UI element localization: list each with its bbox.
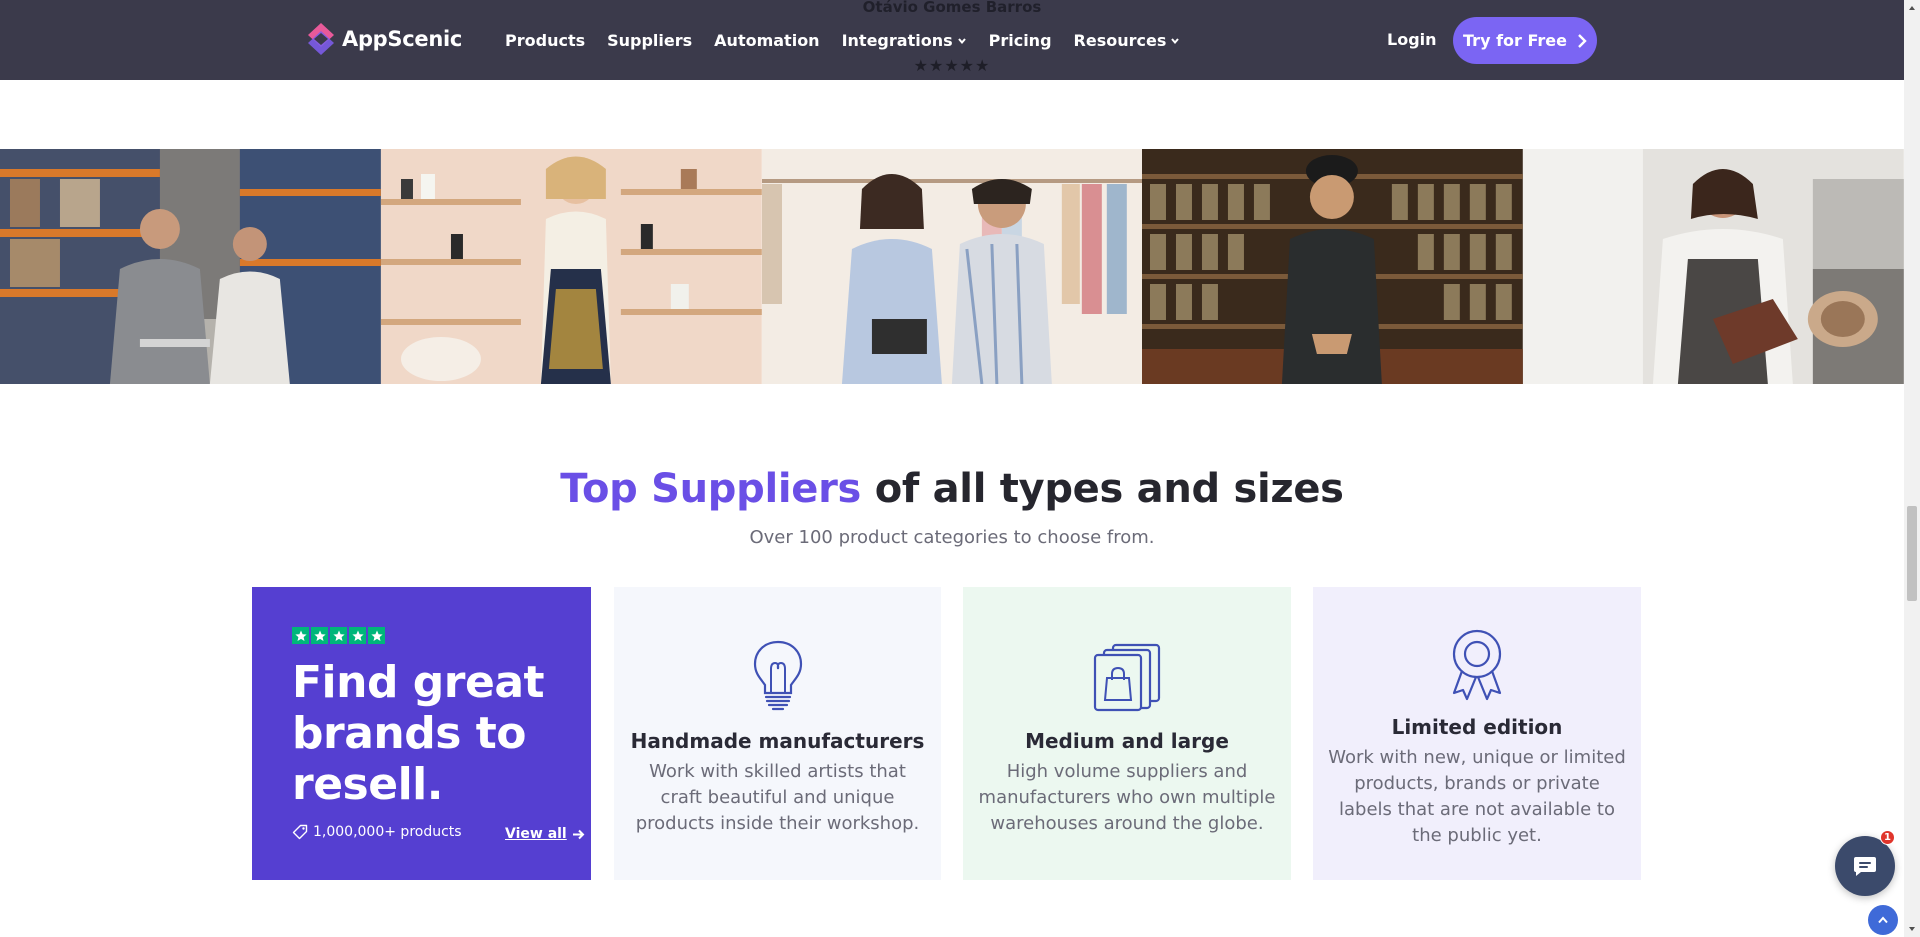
nav-resources[interactable]: Resources [1074, 31, 1181, 50]
photo-tea-shop-owner [1142, 149, 1524, 384]
nav-resources-label: Resources [1073, 31, 1167, 50]
card-description: Work with new, unique or limited product… [1328, 747, 1626, 846]
chevron-down-icon [1171, 37, 1180, 44]
nav-automation[interactable]: Automation [714, 31, 819, 50]
star-icon [349, 627, 366, 644]
product-count: 1,000,000+ products [292, 824, 462, 840]
triangle-down-icon [1909, 927, 1915, 931]
find-brands-card: Find great brands to resell. 1,000,000+ … [252, 587, 591, 880]
chat-bubble-icon [1854, 857, 1876, 876]
photo-boutique-owner [380, 149, 762, 384]
scroll-down-arrow[interactable] [1904, 921, 1920, 937]
main-nav: Products Suppliers Automation Integratio… [505, 31, 1202, 50]
scroll-up-arrow[interactable] [1904, 0, 1920, 16]
try-for-free-label: Try for Free [1463, 31, 1567, 50]
nav-products-label: Products [505, 31, 586, 50]
nav-pricing[interactable]: Pricing [989, 31, 1052, 50]
page: AppScenic Products Suppliers Automation … [0, 0, 1920, 937]
nav-automation-label: Automation [714, 31, 820, 50]
back-to-top-button[interactable] [1868, 905, 1898, 935]
tag-icon [292, 824, 308, 840]
chevron-down-icon [957, 37, 966, 44]
limited-edition-card[interactable]: Limited edition Work with new, unique or… [1313, 587, 1641, 880]
logo-text: AppScenic [342, 27, 463, 51]
section-title-accent: Top Suppliers [560, 466, 862, 512]
photo-strip [0, 149, 1904, 384]
card-title: Limited edition [1391, 715, 1563, 739]
star-icon [368, 627, 385, 644]
nav-suppliers[interactable]: Suppliers [607, 31, 692, 50]
lightbulb-icon [614, 639, 941, 711]
card-description: Work with skilled artists that craft bea… [635, 761, 920, 834]
shopping-bags-icon [963, 642, 1291, 712]
testimonial-rating: ★★★★★ [913, 56, 991, 75]
handmade-manufacturers-card[interactable]: Handmade manufacturers Work with skilled… [614, 587, 941, 880]
trustpilot-rating [292, 627, 385, 644]
nav-integrations[interactable]: Integrations [842, 31, 967, 50]
nav-suppliers-label: Suppliers [607, 31, 693, 50]
appscenic-logo[interactable]: AppScenic [306, 21, 462, 57]
chat-notification-badge: 1 [1880, 830, 1895, 845]
product-count-text: 1,000,000+ products [313, 824, 462, 840]
nav-products[interactable]: Products [505, 31, 585, 50]
photo-clothing-store-owners [761, 149, 1143, 384]
chevron-up-icon [1878, 916, 1888, 924]
view-all-link[interactable]: View all [505, 826, 585, 842]
appscenic-logo-icon [308, 23, 334, 55]
star-icon [311, 627, 328, 644]
promo-headline: Find great brands to resell. [292, 657, 545, 810]
arrow-right-icon [572, 829, 585, 839]
medium-and-large-card[interactable]: Medium and large High volume suppliers a… [963, 587, 1291, 880]
page-scrollbar[interactable] [1904, 0, 1920, 937]
photo-warehouse-team [0, 149, 381, 384]
card-description: High volume suppliers and manufacturers … [978, 761, 1276, 834]
card-title: Handmade manufacturers [630, 729, 925, 753]
chat-widget-button[interactable] [1835, 836, 1895, 896]
nav-integrations-label: Integrations [841, 31, 953, 50]
testimonial-author-name: Otávio Gomes Barros [862, 0, 1042, 16]
photo-leather-artisan [1523, 149, 1904, 384]
section-title: Top Suppliers of all types and sizes [0, 466, 1904, 512]
star-icon [330, 627, 347, 644]
scrollbar-thumb[interactable] [1907, 506, 1917, 601]
section-title-rest: of all types and sizes [874, 466, 1344, 512]
card-title: Medium and large [1025, 729, 1229, 753]
login-link[interactable]: Login [1387, 30, 1437, 49]
view-all-label: View all [505, 826, 567, 842]
star-icon [292, 627, 309, 644]
nav-pricing-label: Pricing [988, 31, 1052, 50]
award-ribbon-icon [1313, 629, 1641, 701]
chevron-right-icon [1578, 33, 1587, 48]
triangle-up-icon [1909, 6, 1915, 10]
section-subtitle: Over 100 product categories to choose fr… [749, 527, 1155, 548]
